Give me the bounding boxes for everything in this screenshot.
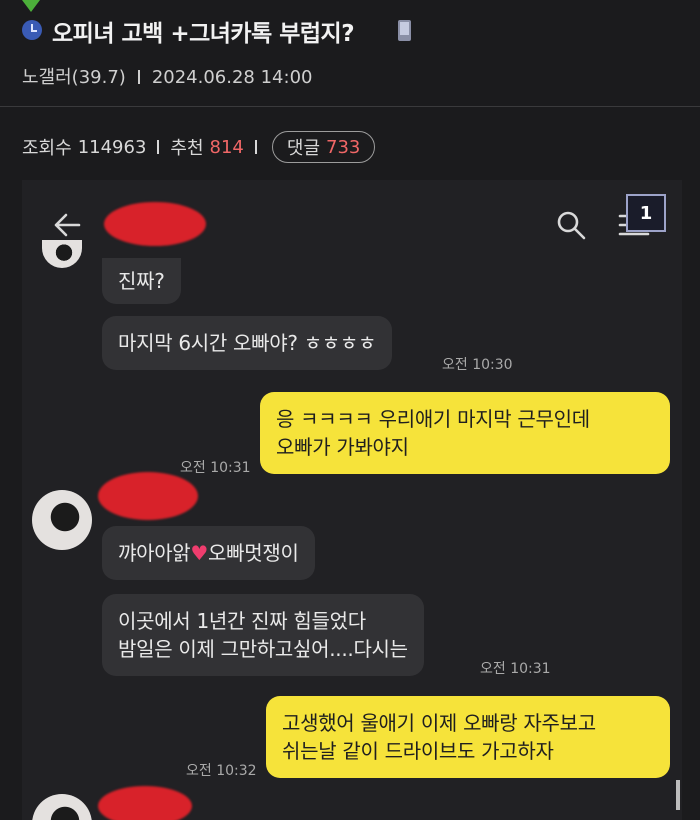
- message-line: 밤일은 이제 그만하고싶어....다시는: [118, 637, 408, 661]
- comments-count: 733: [326, 136, 361, 158]
- message-line: 고생했어 울애기 이제 오빠랑 자주보고: [282, 711, 596, 735]
- scrollbar-thumb[interactable]: [676, 780, 680, 810]
- views-label: 조회수: [22, 138, 72, 159]
- comments-button[interactable]: 댓글 733: [271, 131, 376, 163]
- chat-screenshot: 1 진짜? 마지막 6시간 오빠야? ㅎㅎㅎㅎ 오전 10:30 응 ㅋㅋㅋㅋ …: [22, 180, 682, 820]
- redaction-mark: [98, 786, 192, 820]
- message-text: 오빠멋쟁이: [208, 541, 299, 565]
- message-text: 꺄아아앍: [118, 541, 191, 565]
- clock-icon: [22, 20, 42, 40]
- redaction-mark: [104, 202, 206, 246]
- message-text: 진짜?: [118, 269, 165, 293]
- search-icon[interactable]: [556, 210, 586, 240]
- header-divider: [0, 106, 700, 107]
- outgoing-message: 응 ㅋㅋㅋㅋ 우리애기 마지막 근무인데 오빠가 가봐야지: [260, 392, 670, 474]
- post-header: 오피녀 고백 +그녀카톡 부럽지? 노갤러(39.7) 2024.06.28 14…: [0, 0, 700, 108]
- incoming-message: 진짜?: [102, 258, 181, 304]
- post-stats: 조회수 114963 추천 814 댓글 733: [22, 131, 376, 163]
- message-time: 오전 10:30: [442, 357, 513, 373]
- message-time: 오전 10:31: [180, 460, 251, 476]
- bookmark-marker-icon: [22, 0, 40, 12]
- post-title: 오피녀 고백 +그녀카톡 부럽지?: [52, 21, 355, 47]
- incoming-message: 이곳에서 1년간 진짜 힘들었다 밤일은 이제 그만하고싶어....다시는: [102, 594, 424, 676]
- message-time: 오전 10:31: [480, 661, 551, 677]
- page-number-badge: 1: [626, 194, 666, 232]
- stat-separator: [157, 140, 160, 154]
- post-meta: 노갤러(39.7) 2024.06.28 14:00: [22, 63, 312, 89]
- incoming-message: 마지막 6시간 오빠야? ㅎㅎㅎㅎ: [102, 316, 393, 370]
- avatar: [32, 794, 92, 820]
- message-line: 오빠가 가봐야지: [276, 435, 409, 459]
- mobile-phone-icon: [398, 20, 411, 41]
- outgoing-message: 고생했어 울애기 이제 오빠랑 자주보고 쉬는날 같이 드라이브도 가고하자: [266, 696, 670, 778]
- message-time: 오전 10:32: [186, 763, 257, 779]
- author-name[interactable]: 노갤러(39.7): [22, 67, 126, 88]
- views-count: 114963: [77, 136, 147, 158]
- recommend-count: 814: [209, 136, 244, 158]
- stat-separator: [254, 140, 257, 154]
- recommend-label: 추천: [170, 138, 204, 159]
- message-line: 쉬는날 같이 드라이브도 가고하자: [282, 739, 554, 763]
- redaction-mark: [98, 472, 198, 520]
- message-text: 마지막 6시간 오빠야? ㅎㅎㅎㅎ: [118, 331, 377, 355]
- incoming-message: 꺄아아앍 ♥ 오빠멋쟁이: [102, 526, 315, 580]
- avatar[interactable]: [32, 490, 92, 550]
- back-arrow-icon[interactable]: [52, 210, 82, 240]
- comments-label: 댓글: [286, 138, 321, 159]
- meta-separator: [137, 70, 140, 84]
- avatar: [42, 240, 82, 268]
- heart-emoji-icon: ♥: [190, 541, 209, 565]
- message-line: 이곳에서 1년간 진짜 힘들었다: [118, 609, 366, 633]
- post-datetime: 2024.06.28 14:00: [151, 67, 313, 88]
- message-line: 응 ㅋㅋㅋㅋ 우리애기 마지막 근무인데: [276, 407, 590, 431]
